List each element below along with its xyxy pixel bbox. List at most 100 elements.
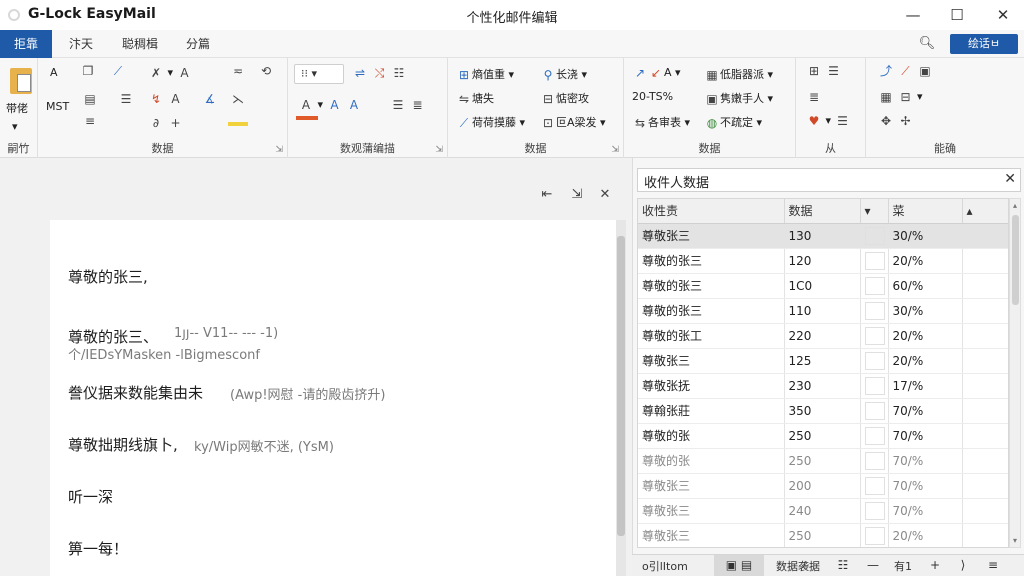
paste-icon[interactable] — [4, 64, 32, 94]
doc-line[interactable]: 尊敬拙期线旗卜, — [68, 434, 178, 455]
subscript-icon[interactable]: ∂ + — [148, 116, 184, 130]
table-row[interactable]: 尊敬张抚 230 17/% — [638, 373, 1008, 399]
preview-button[interactable]: ⟋ 荷荷摸藤 ▾ — [456, 114, 525, 130]
checkbox[interactable] — [864, 501, 885, 520]
tab-share[interactable]: 分篇 — [172, 30, 224, 58]
cell-checkbox[interactable] — [860, 373, 889, 399]
cell-value[interactable]: 240 — [784, 498, 861, 524]
view-toggle-icon[interactable]: ▣ ▤ — [714, 555, 764, 576]
cell-checkbox[interactable] — [860, 248, 889, 274]
close-editor-icon[interactable]: ✕ — [594, 184, 616, 206]
cell-checkbox[interactable] — [860, 448, 889, 474]
table-row[interactable]: 尊敬的张 250 70/% — [638, 448, 1008, 474]
dropdown-caret-icon[interactable]: ▾ — [12, 120, 18, 133]
email-document[interactable]: 尊敬的张三, 尊敬的张三、 1ȷȷ-- V11-- --- -1) 个/IEDs… — [50, 220, 618, 576]
table-row[interactable]: 尊敬的张三 110 30/% — [638, 298, 1008, 324]
cell-value[interactable]: 230 — [784, 373, 861, 399]
checkbox[interactable] — [864, 526, 885, 545]
cell-checkbox[interactable] — [860, 323, 889, 349]
pin-icon[interactable]: ⇤ — [536, 184, 558, 206]
column-header-name[interactable]: 收性责 — [638, 199, 785, 224]
rules-button[interactable]: ⇋ 塘失 — [456, 90, 494, 106]
cell-value[interactable]: 1C0 — [784, 273, 861, 299]
font-button[interactable]: ↗ ↙ A ▾ — [632, 66, 681, 80]
cell-percent[interactable]: 17/% — [888, 373, 963, 399]
table-row[interactable]: 尊敬的张三 1C0 60/% — [638, 273, 1008, 299]
format-button[interactable]: ⚲ 长浇 ▾ — [540, 66, 587, 82]
symbol-icon[interactable]: ⋋ — [230, 92, 246, 106]
cell-value[interactable]: 250 — [784, 423, 861, 449]
cell-percent[interactable]: 70/% — [888, 423, 963, 449]
checkbox[interactable] — [864, 376, 885, 395]
cell-value[interactable]: 200 — [784, 473, 861, 499]
scroll-up-icon[interactable]: ▴ — [1010, 201, 1020, 210]
grid-scrollbar[interactable]: ▴ ▾ — [1009, 198, 1021, 548]
cell-value[interactable]: 220 — [784, 323, 861, 349]
checkbox[interactable] — [864, 326, 885, 345]
match-button[interactable]: ⊡ 叵A梁发 ▾ — [540, 114, 606, 130]
recipients-button[interactable]: ▣ 隽嫩手人 ▾ — [704, 90, 773, 106]
heart-icon[interactable]: ♥ ▾ ☰ — [806, 114, 851, 128]
doc-line[interactable]: 听一深 — [68, 486, 113, 507]
cell-name[interactable]: 尊敬张三 — [638, 348, 785, 374]
search-icon[interactable]: 🔍︎ — [914, 34, 940, 54]
cell-name[interactable]: 尊敬张三 — [638, 523, 785, 547]
column-header-value[interactable]: 数据 — [784, 199, 861, 224]
cell-value[interactable]: 120 — [784, 248, 861, 274]
cell-value[interactable]: 130 — [784, 223, 861, 249]
close-icon[interactable]: ✕ — [1004, 171, 1016, 187]
checkbox[interactable] — [864, 451, 885, 470]
cell-name[interactable]: 尊敬的张 — [638, 448, 785, 474]
table-row[interactable]: 尊敬张三 200 70/% — [638, 473, 1008, 499]
cell-value[interactable]: 350 — [784, 398, 861, 424]
checkbox[interactable] — [864, 226, 885, 245]
cell-name[interactable]: 尊敬张抚 — [638, 373, 785, 399]
cell-value[interactable]: 110 — [784, 298, 861, 324]
cell-checkbox[interactable] — [860, 398, 889, 424]
column-header-percent[interactable]: 菜 — [888, 199, 963, 224]
copy-button[interactable]: MST — [46, 100, 69, 113]
status-view-label[interactable]: 数据袭据 — [776, 558, 820, 574]
checkbox[interactable] — [864, 276, 885, 295]
cell-name[interactable]: 尊敬的张三 — [638, 273, 785, 299]
cell-percent[interactable]: 30/% — [888, 223, 963, 249]
tab-home[interactable]: 拒靠 — [0, 30, 53, 58]
move-icon[interactable]: ✥ ✢ — [878, 114, 914, 128]
doc-line[interactable]: 誊仪据来数能集由未 — [68, 382, 203, 403]
checkbox[interactable] — [864, 251, 885, 270]
cell-checkbox[interactable] — [860, 273, 889, 299]
table-row[interactable]: 尊敬的张 250 70/% — [638, 423, 1008, 449]
editor-scroll-thumb[interactable] — [617, 236, 625, 536]
list-indent-icon[interactable]: ☰ ≣ — [390, 98, 426, 112]
cell-percent[interactable]: 20/% — [888, 323, 963, 349]
highlight-icon[interactable]: ∡ — [202, 92, 218, 106]
checkbox[interactable] — [864, 401, 885, 420]
cell-checkbox[interactable] — [860, 523, 889, 547]
paragraph-launcher-icon[interactable]: ⇲ — [435, 145, 443, 155]
next-icon[interactable]: ⟩ — [952, 555, 974, 576]
more-icon[interactable]: ≡ — [982, 555, 1004, 576]
link-icon[interactable]: ⤴ ⟋ ▣ — [878, 64, 933, 78]
list-view-icon[interactable]: ☷ — [832, 555, 854, 576]
checkbox[interactable] — [864, 351, 885, 370]
clipboard-icon[interactable]: ▤ — [82, 92, 98, 106]
style-dropdown[interactable]: ⁝⁝ ▾ — [294, 64, 344, 84]
tab-action-button[interactable]: 绘话ㅂ — [950, 34, 1018, 54]
paste-button[interactable]: 带佬 — [6, 100, 28, 116]
line-spacing-icon[interactable]: ⇌ ⤭ ☷ — [352, 66, 407, 80]
cell-name[interactable]: 尊翰张莊 — [638, 398, 785, 424]
check-button[interactable]: ⊟ 惦密攻 — [540, 90, 589, 106]
column-header-filter[interactable]: ▾ — [860, 199, 889, 224]
cell-value[interactable]: 125 — [784, 348, 861, 374]
close-window-button[interactable]: ✕ — [986, 3, 1020, 27]
table-row[interactable]: 尊翰张莊 350 70/% — [638, 398, 1008, 424]
cell-checkbox[interactable] — [860, 423, 889, 449]
cell-percent[interactable]: 20/% — [888, 248, 963, 274]
cell-checkbox[interactable] — [860, 473, 889, 499]
dock-icon[interactable]: ⇲ — [566, 184, 588, 206]
tab-mailings[interactable]: 聪稠楫 — [108, 30, 172, 58]
format-painter-icon[interactable]: ⟋ — [110, 64, 126, 78]
sort-button[interactable]: ⇆ 各审表 ▾ — [632, 114, 690, 130]
cell-checkbox[interactable] — [860, 348, 889, 374]
scroll-down-icon[interactable]: ▾ — [1010, 536, 1020, 545]
